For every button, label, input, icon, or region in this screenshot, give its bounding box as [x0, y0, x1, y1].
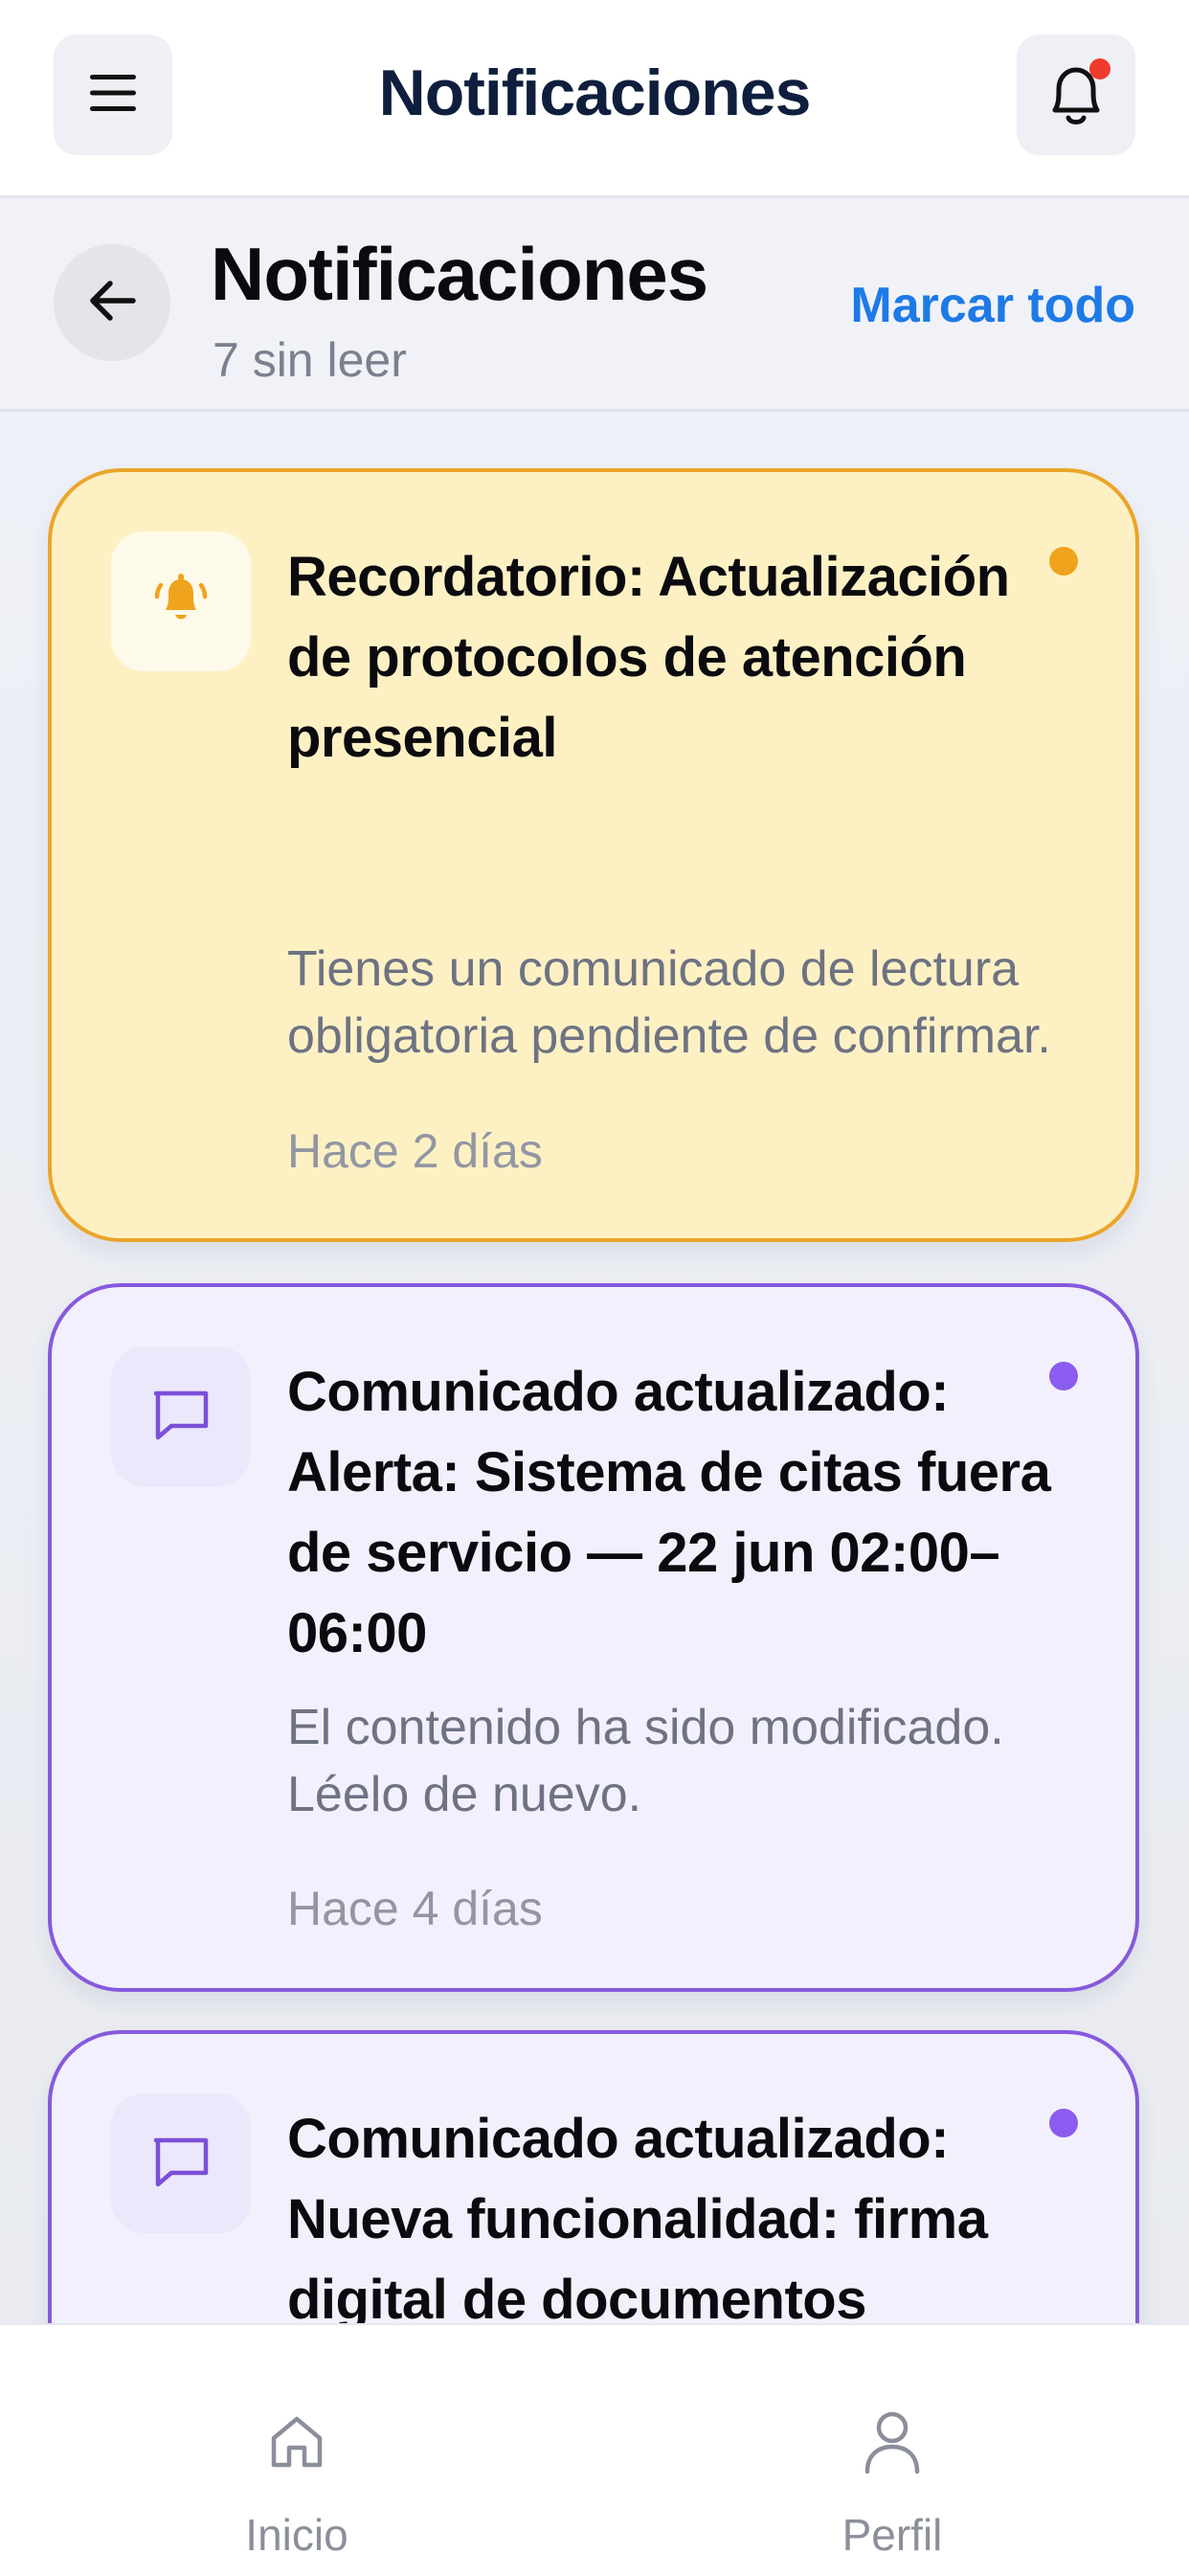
app-title: Notificaciones — [378, 56, 812, 129]
unread-dot — [1049, 1362, 1078, 1390]
unread-dot — [1049, 2109, 1078, 2137]
nav-item-inicio[interactable]: Inicio — [153, 2325, 440, 2576]
notification-title: Recordatorio: Actualización de protocolo… — [287, 546, 1010, 769]
notification-time: Hace 4 días — [287, 1882, 543, 1935]
notification-card[interactable]: Recordatorio: Actualización de protocolo… — [48, 468, 1139, 1242]
unread-badge — [1089, 58, 1110, 79]
unread-dot — [1049, 547, 1078, 576]
arrow-left-icon — [87, 279, 137, 328]
notifications-header: Notificaciones 7 sin leer Marcar todo — [0, 198, 1189, 412]
nav-item-perfil[interactable]: Perfil — [749, 2325, 1036, 2576]
notification-title: Comunicado actualizado: Nueva funcionali… — [287, 2108, 988, 2323]
user-icon — [862, 2404, 923, 2480]
notification-body: Tienes un comunicado de lectura obligato… — [287, 941, 1051, 1064]
nav-label: Inicio — [245, 2510, 348, 2560]
notification-list: Recordatorio: Actualización de protocolo… — [0, 412, 1189, 2323]
notification-icon-tile — [111, 531, 251, 671]
message-square-icon — [150, 2133, 212, 2195]
notifications-bell-button[interactable] — [1017, 34, 1135, 155]
notification-time: Hace 2 días — [287, 1124, 543, 1178]
home-icon — [266, 2404, 327, 2480]
message-square-icon — [150, 1386, 212, 1448]
unread-count: 7 sin leer — [213, 333, 407, 387]
bell-icon — [1042, 58, 1110, 131]
page-title: Notificaciones — [211, 232, 708, 316]
bell-ringing-icon — [152, 570, 210, 634]
notification-icon-tile — [111, 2093, 251, 2233]
notification-icon-tile — [111, 1346, 251, 1486]
notification-body: El contenido ha sido modificado. Léelo d… — [287, 1700, 1004, 1822]
mark-all-read-link[interactable]: Marcar todo — [850, 277, 1135, 334]
top-app-bar: Notificaciones — [0, 0, 1189, 198]
notification-card[interactable]: Comunicado actualizado: Alerta: Sistema … — [48, 1283, 1139, 1992]
notification-title: Comunicado actualizado: Alerta: Sistema … — [287, 1361, 1051, 1664]
notification-card[interactable]: Comunicado actualizado: Nueva funcionali… — [48, 2030, 1139, 2323]
nav-label: Perfil — [841, 2510, 943, 2560]
back-button[interactable] — [54, 244, 170, 361]
bottom-navigation: Inicio Perfil — [0, 2323, 1189, 2576]
